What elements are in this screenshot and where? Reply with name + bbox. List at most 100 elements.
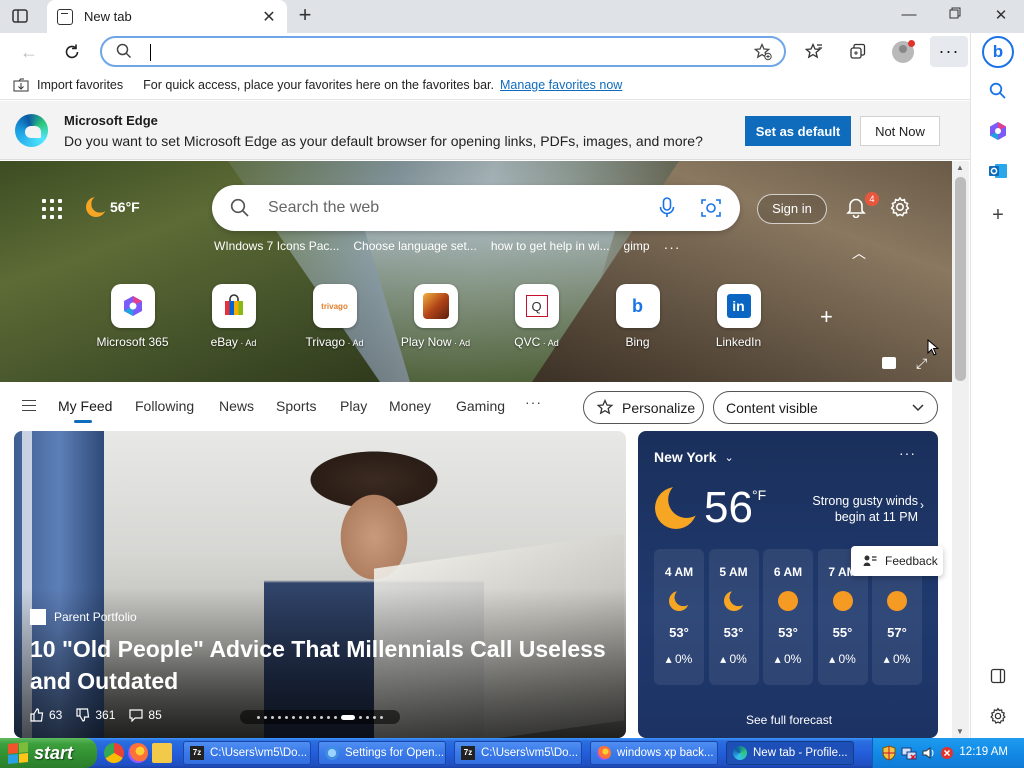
tab-play[interactable]: Play: [340, 398, 367, 414]
trending-item[interactable]: how to get help in wi...: [491, 239, 610, 255]
tab-my-feed[interactable]: My Feed: [58, 398, 112, 423]
minimize-button[interactable]: —: [897, 6, 921, 26]
taskbar-item-edge[interactable]: New tab - Profile...: [726, 741, 854, 765]
dislike-button[interactable]: 361: [76, 708, 115, 722]
close-window-button[interactable]: ✕: [989, 6, 1013, 26]
favorites-icon[interactable]: [802, 40, 826, 64]
network-disconnected-icon[interactable]: [901, 745, 917, 761]
feed-menu-icon[interactable]: [22, 400, 36, 411]
start-button[interactable]: start: [0, 738, 97, 768]
import-favorites-button[interactable]: Import favorites: [13, 78, 123, 92]
hourly-forecast-item[interactable]: 4 AM 53° ▴ 0%: [654, 549, 704, 685]
web-search-box[interactable]: Search the web: [212, 185, 740, 231]
comments-button[interactable]: 85: [129, 708, 162, 722]
precipitation-value: 0%: [784, 652, 802, 666]
add-favorite-icon[interactable]: [753, 42, 772, 64]
quick-link-label: QVC · Ad: [514, 335, 559, 349]
set-as-default-button[interactable]: Set as default: [745, 116, 851, 146]
carousel-pagination[interactable]: [240, 710, 400, 724]
scroll-down-arrow-icon[interactable]: ▼: [956, 727, 964, 736]
collapse-chevron-up-icon[interactable]: ︿: [852, 243, 866, 263]
quick-link-ebay[interactable]: eBay · Ad: [183, 284, 284, 349]
sun-icon: [778, 591, 798, 611]
tab-sports[interactable]: Sports: [276, 398, 316, 414]
file-explorer-icon[interactable]: [152, 743, 172, 763]
weather-more-icon[interactable]: ···: [899, 445, 916, 461]
tab-gaming[interactable]: Gaming: [456, 398, 505, 414]
security-shield-icon[interactable]: [881, 745, 897, 761]
hourly-forecast-item[interactable]: 5 AM 53° ▴ 0%: [708, 549, 759, 685]
restore-button[interactable]: [943, 6, 967, 26]
scroll-up-arrow-icon[interactable]: ▲: [956, 163, 964, 172]
taskbar-item-firefox[interactable]: windows xp back...: [590, 741, 718, 765]
sidebar-microsoft-365-icon[interactable]: [985, 118, 1011, 144]
taskbar-item-7zip-2[interactable]: 7z C:\Users\vm5\Do...: [454, 741, 582, 765]
apps-launcher-icon[interactable]: [42, 199, 62, 219]
quick-link-bing[interactable]: b Bing: [587, 284, 688, 349]
sidebar-add-icon[interactable]: +: [985, 202, 1011, 228]
tab-actions-icon[interactable]: [10, 7, 30, 25]
profile-avatar-icon[interactable]: [891, 40, 915, 64]
tab-following[interactable]: Following: [135, 398, 194, 414]
featured-article-card[interactable]: Parent Portfolio 10 "Old People" Advice …: [14, 431, 626, 738]
not-now-button[interactable]: Not Now: [860, 116, 940, 146]
collections-icon[interactable]: [846, 40, 870, 64]
quick-link-play-now[interactable]: Play Now · Ad: [385, 284, 486, 349]
volume-icon[interactable]: [921, 745, 937, 761]
notifications-bell-icon[interactable]: [845, 196, 867, 221]
chevron-right-icon[interactable]: ›: [920, 498, 924, 512]
taskbar-item-settings[interactable]: Settings for Open...: [318, 741, 446, 765]
personalize-button[interactable]: Personalize: [583, 391, 704, 424]
weather-location[interactable]: New York ⌄: [654, 449, 734, 465]
new-tab-button[interactable]: +: [294, 4, 316, 27]
sidebar-outlook-icon[interactable]: [985, 158, 1011, 184]
article-headline[interactable]: 10 "Old People" Advice That Millennials …: [30, 633, 610, 697]
tab-money[interactable]: Money: [389, 398, 431, 414]
page-scrollbar[interactable]: ▲ ▼: [952, 161, 969, 738]
sidebar-search-icon[interactable]: [985, 78, 1011, 104]
add-quick-link-button[interactable]: +: [820, 304, 833, 330]
background-info-icon[interactable]: [882, 357, 896, 369]
page-settings-gear-icon[interactable]: [889, 196, 911, 221]
settings-more-button[interactable]: ···: [930, 36, 968, 67]
tab-new-tab[interactable]: New tab ✕: [47, 0, 287, 33]
quick-link-linkedin[interactable]: in LinkedIn: [688, 284, 789, 349]
hourly-forecast-item[interactable]: 6 AM 53° ▴ 0%: [763, 549, 813, 685]
firefox-icon[interactable]: [128, 743, 148, 763]
see-full-forecast-link[interactable]: See full forecast: [746, 713, 832, 727]
manage-favorites-link[interactable]: Manage favorites now: [500, 78, 622, 92]
bing-chat-icon[interactable]: b: [982, 36, 1014, 68]
back-button[interactable]: ←: [17, 40, 41, 64]
tab-close-icon[interactable]: ✕: [261, 7, 277, 27]
default-browser-infobar: Microsoft Edge Do you want to set Micros…: [0, 101, 970, 160]
chrome-icon[interactable]: [104, 743, 124, 763]
trending-more-button[interactable]: ···: [664, 239, 681, 255]
microphone-icon[interactable]: [658, 197, 676, 222]
feed-more-button[interactable]: ···: [525, 394, 542, 410]
quick-link-microsoft-365[interactable]: Microsoft 365: [82, 284, 183, 349]
taskbar-item-7zip-1[interactable]: 7z C:\Users\vm5\Do...: [183, 741, 311, 765]
browser-toolbar: ← ···: [0, 33, 1024, 70]
hour-time: 4 AM: [664, 565, 694, 579]
alert-icon[interactable]: [939, 745, 955, 761]
sidebar-settings-gear-icon[interactable]: [985, 703, 1011, 729]
sign-in-button[interactable]: Sign in: [757, 194, 827, 224]
trending-item[interactable]: Choose language set...: [353, 239, 476, 255]
like-button[interactable]: 63: [30, 708, 62, 722]
scrollbar-thumb[interactable]: [955, 177, 966, 381]
visual-search-icon[interactable]: [700, 197, 722, 222]
weather-card[interactable]: New York ⌄ ··· 56 °F Strong gusty winds …: [638, 431, 938, 738]
content-visibility-dropdown[interactable]: Content visible: [713, 391, 938, 424]
weather-mini-widget[interactable]: 56°F: [86, 197, 140, 217]
trending-item[interactable]: gimp: [624, 239, 650, 255]
quick-link-trivago[interactable]: trivago Trivago · Ad: [284, 284, 385, 349]
address-bar[interactable]: [100, 36, 786, 67]
address-input[interactable]: [148, 42, 728, 62]
expand-icon[interactable]: ⤢: [916, 355, 927, 372]
refresh-button[interactable]: [60, 40, 84, 64]
quick-link-qvc[interactable]: Q QVC · Ad: [486, 284, 587, 349]
sidebar-toggle-icon[interactable]: [985, 663, 1011, 689]
feedback-button[interactable]: Feedback: [851, 546, 943, 576]
trending-item[interactable]: WIndows 7 Icons Pac...: [214, 239, 339, 255]
tab-news[interactable]: News: [219, 398, 254, 414]
